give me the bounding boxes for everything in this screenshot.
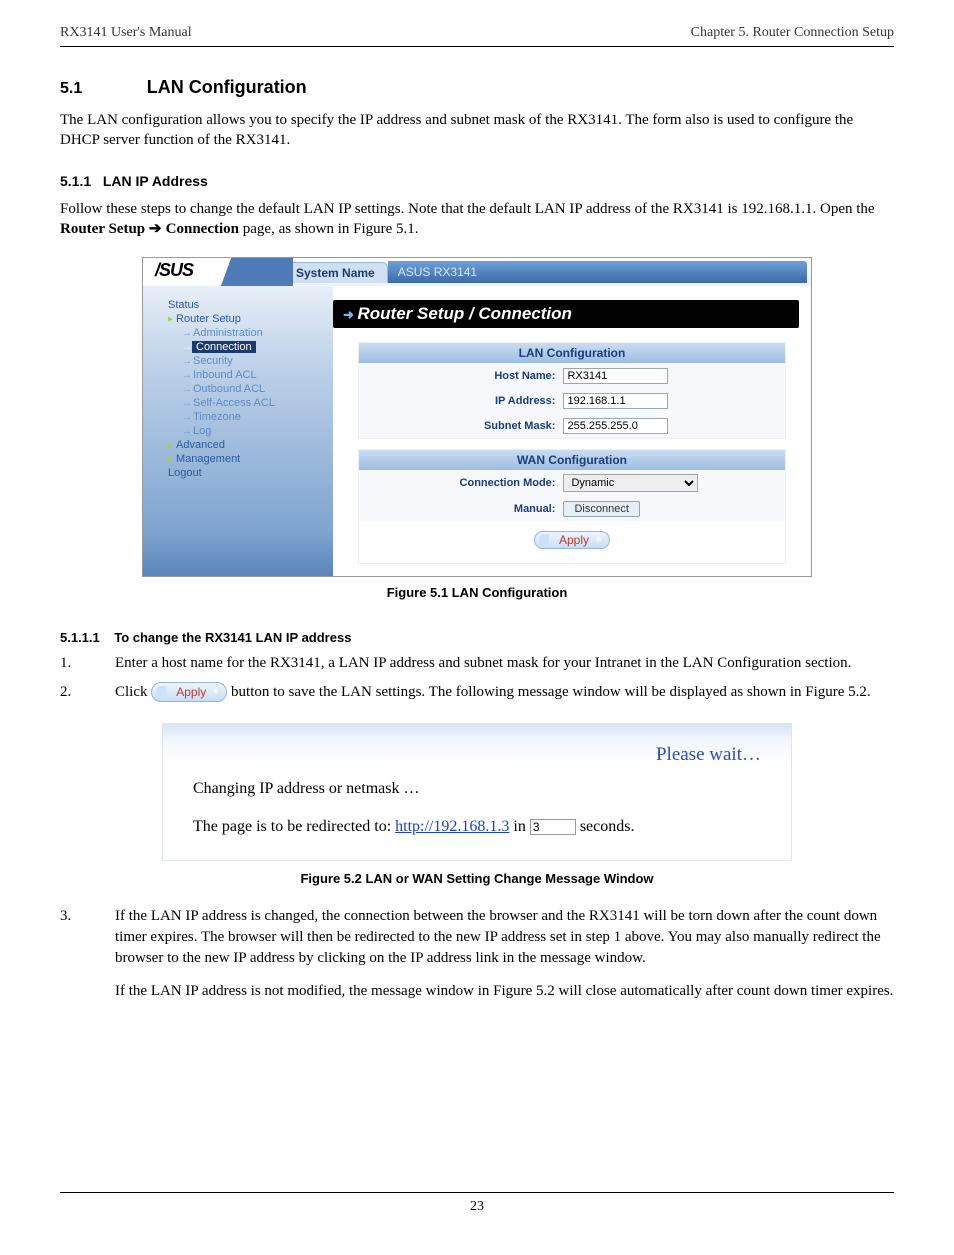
nav-outbound-acl[interactable]: Outbound ACL (168, 382, 325, 396)
screenshot-content: Router Setup / Connection LAN Configurat… (333, 286, 811, 576)
redirect-seconds-input[interactable] (530, 819, 576, 835)
page-header: RX3141 User's Manual Chapter 5. Router C… (60, 25, 894, 46)
redirect-url-link[interactable]: http://192.168.1.3 (395, 818, 509, 835)
connection-mode-select[interactable]: Dynamic (563, 474, 698, 492)
subnet-mask-input[interactable] (563, 418, 668, 434)
step-3-number: 3. (60, 906, 115, 1002)
logo-area: /SUS (143, 258, 293, 286)
nav-administration[interactable]: Administration (168, 326, 325, 340)
step-2: 2. Click Apply button to save the LAN se… (60, 682, 894, 703)
section-title: LAN Configuration (147, 77, 307, 97)
figure-5-2-caption: Figure 5.2 LAN or WAN Setting Change Mes… (60, 871, 894, 886)
nav-security[interactable]: Security (168, 354, 325, 368)
nav-log[interactable]: Log (168, 424, 325, 438)
lanip-bold1: Router Setup (60, 221, 149, 237)
redirect-mid: in (509, 818, 529, 835)
apply-button-inline[interactable]: Apply (151, 682, 227, 703)
disconnect-button[interactable]: Disconnect (563, 501, 639, 517)
ip-address-input[interactable] (563, 393, 668, 409)
manual-label: Manual: (359, 503, 563, 515)
footer-rule (60, 1192, 894, 1193)
step-1-number: 1. (60, 653, 115, 674)
header-left: RX3141 User's Manual (60, 25, 192, 41)
lan-config-panel: LAN Configuration Host Name: IP Address:… (358, 342, 786, 439)
host-name-label: Host Name: (359, 370, 563, 382)
subnet-mask-label: Subnet Mask: (359, 420, 563, 432)
step-2-suffix: button to save the LAN settings. The fol… (231, 684, 871, 700)
subsection-number: 5.1.1 (60, 173, 91, 189)
page-title-bar: Router Setup / Connection (333, 300, 799, 328)
wan-config-header: WAN Configuration (359, 450, 785, 470)
nav-advanced[interactable]: Advanced (168, 438, 325, 452)
screenshot-figure: /SUS System Name ASUS RX3141 Status Rout… (142, 257, 812, 577)
step-3-p1: If the LAN IP address is changed, the co… (115, 906, 894, 969)
asus-logo: /SUS (155, 260, 193, 281)
step-2-prefix: Click (115, 684, 151, 700)
nav-management[interactable]: Management (168, 452, 325, 466)
step-3: 3. If the LAN IP address is changed, the… (60, 906, 894, 1002)
step-2-number: 2. (60, 682, 115, 703)
system-name-bar: ASUS RX3141 (388, 261, 807, 283)
arrow-icon: ➔ (149, 220, 166, 237)
figure-5-1-caption: Figure 5.1 LAN Configuration (60, 585, 894, 600)
lanip-suffix: page, as shown in Figure 5.1. (239, 221, 419, 237)
nav-router-setup[interactable]: Router Setup (168, 312, 325, 326)
subsection-title: LAN IP Address (103, 173, 208, 189)
system-name-label: System Name (283, 262, 388, 283)
section-heading: 5.1 LAN Configuration (60, 77, 894, 98)
nav-logout[interactable]: Logout (168, 466, 325, 480)
step-1-text: Enter a host name for the RX3141, a LAN … (115, 653, 851, 674)
lan-config-header: LAN Configuration (359, 343, 785, 363)
ip-address-label: IP Address: (359, 395, 563, 407)
please-wait-text: Please wait… (193, 744, 761, 766)
redirect-text: The page is to be redirected to: http://… (193, 818, 761, 836)
changing-ip-text: Changing IP address or netmask … (193, 780, 761, 798)
nav-timezone[interactable]: Timezone (168, 410, 325, 424)
apply-button[interactable]: Apply (534, 531, 610, 549)
system-name-value: ASUS RX3141 (398, 265, 477, 279)
wan-config-panel: WAN Configuration Connection Mode: Dynam… (358, 449, 786, 564)
step-1: 1. Enter a host name for the RX3141, a L… (60, 653, 894, 674)
intro-paragraph: The LAN configuration allows you to spec… (60, 110, 894, 151)
message-window-figure: Please wait… Changing IP address or netm… (162, 723, 792, 861)
connection-mode-label: Connection Mode: (359, 477, 563, 489)
screenshot-header-bar: /SUS System Name ASUS RX3141 (143, 258, 811, 286)
page-number: 23 (60, 1199, 894, 1215)
subsection-heading: 5.1.1 LAN IP Address (60, 173, 894, 189)
lanip-paragraph: Follow these steps to change the default… (60, 199, 894, 240)
step-3-body: If the LAN IP address is changed, the co… (115, 906, 894, 1002)
section-number: 5.1 (60, 80, 82, 97)
lanip-bold2: Connection (166, 221, 239, 237)
nav-sidebar: Status Router Setup Administration →Conn… (143, 286, 333, 576)
sub-sub-heading: 5.1.1.1 To change the RX3141 LAN IP addr… (60, 630, 894, 645)
header-rule (60, 46, 894, 47)
nav-connection[interactable]: →Connection (168, 340, 325, 354)
nav-self-access-acl[interactable]: Self-Access ACL (168, 396, 325, 410)
header-right: Chapter 5. Router Connection Setup (691, 25, 894, 41)
subsub-number: 5.1.1.1 (60, 630, 100, 645)
nav-status[interactable]: Status (168, 298, 325, 312)
step-3-p2: If the LAN IP address is not modified, t… (115, 981, 894, 1002)
lanip-prefix: Follow these steps to change the default… (60, 201, 875, 217)
redirect-prefix: The page is to be redirected to: (193, 818, 395, 835)
nav-connection-label: Connection (192, 341, 256, 353)
redirect-suffix: seconds. (576, 818, 635, 835)
nav-inbound-acl[interactable]: Inbound ACL (168, 368, 325, 382)
step-2-text: Click Apply button to save the LAN setti… (115, 682, 871, 703)
host-name-input[interactable] (563, 368, 668, 384)
subsub-title: To change the RX3141 LAN IP address (114, 630, 351, 645)
